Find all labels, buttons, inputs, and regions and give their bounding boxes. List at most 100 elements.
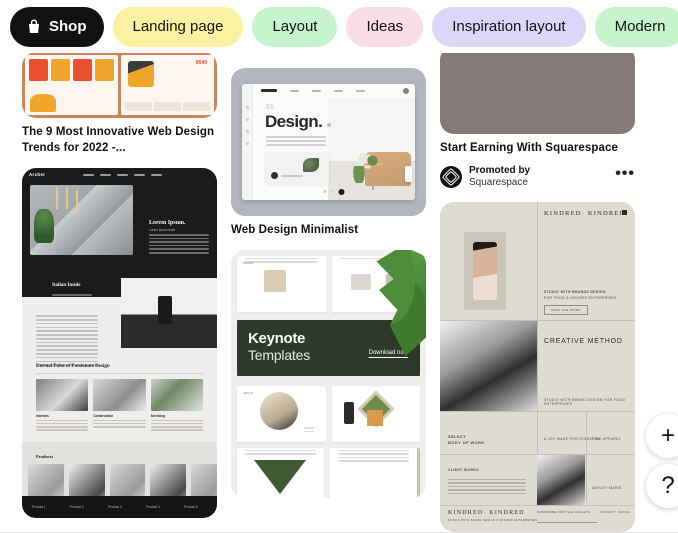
poster-card — [95, 59, 114, 81]
overflow-menu-icon[interactable]: ••• — [615, 165, 635, 183]
text-line — [338, 460, 409, 462]
mock-card-image — [36, 379, 89, 412]
keynote-slide: BRAND — [237, 256, 326, 313]
text-line — [36, 337, 98, 340]
text-line — [448, 482, 526, 484]
carousel-dot — [331, 190, 334, 193]
mock-mid-heading: Eternal Pulse of Passionate Design — [36, 364, 110, 370]
text-line — [448, 485, 526, 488]
mock-site-nav — [253, 84, 415, 98]
mock-card-image — [150, 379, 203, 412]
filter-pill-inspiration-layout[interactable]: Inspiration layout — [432, 6, 586, 47]
masonry-feed[interactable]: 8040 The 9 Most Innovative Web Design Tr… — [0, 0, 678, 533]
headline-accent-dot — [327, 122, 332, 127]
text-line — [36, 429, 89, 431]
keynote-download-cta[interactable]: Download now — [369, 350, 408, 356]
mock-nav-link — [290, 89, 299, 92]
pin-card-web-design-trends[interactable]: 8040 The 9 Most Innovative Web Design Tr… — [22, 52, 217, 156]
text-line — [281, 174, 303, 177]
kindred-view-work-button[interactable]: VIEW THE WORK — [544, 304, 588, 315]
slide-label: ABOUT — [243, 391, 254, 396]
mock-card-image — [93, 379, 146, 412]
slide-text — [296, 425, 322, 434]
slide-triangle-graphic — [254, 460, 307, 495]
mock-logo: Archer — [29, 172, 46, 178]
mock-section-heading: Italian Inside — [52, 283, 81, 289]
filter-pill-bar[interactable]: Shop Landing page Layout Ideas Inspirati… — [0, 0, 678, 53]
filter-pill-landing-page[interactable]: Landing page — [112, 6, 244, 47]
slide-text — [237, 450, 324, 455]
mock-product-label: Product 5 — [184, 505, 198, 510]
filter-pill-label: Modern — [614, 18, 666, 35]
kindred-select-line-1: SELECT — [448, 433, 467, 439]
layout-divider — [440, 504, 635, 506]
filter-pill-layout[interactable]: Layout — [252, 6, 338, 47]
mock-hero-text: Lorem Ipsum. Lorem ipsum dolor — [149, 220, 209, 254]
pin-title: Web Design Minimalist — [231, 223, 359, 236]
text-line — [150, 423, 203, 425]
squarespace-logo-icon — [440, 166, 462, 189]
promoted-by-label: Promoted by — [469, 164, 531, 176]
poster-grid-cell — [125, 102, 152, 111]
mock-nav-link — [117, 173, 129, 176]
poster-figure — [128, 61, 154, 87]
kindred-newsletter-label: SUBSCRIBE FOR THE INSIGHTS — [537, 509, 591, 514]
filter-pill-ideas[interactable]: Ideas — [346, 6, 424, 47]
rail-dot — [245, 105, 249, 109]
poster-card — [51, 59, 70, 81]
text-line — [150, 429, 203, 431]
mock-sidebar-rail — [242, 83, 253, 200]
pin-image-keynote-templates[interactable]: BRAND Keynote Templates Download now ABO… — [231, 250, 426, 499]
text-line — [338, 450, 409, 452]
pin-card-keynote-templates[interactable]: BRAND Keynote Templates Download now ABO… — [231, 250, 426, 499]
mock-browser-content: 01 Design. — [253, 84, 415, 200]
pin-image-kindred-portfolio[interactable]: KINDRED· KINDRED STUDIO WITH BRANDS DESI… — [440, 201, 635, 532]
text-line — [36, 319, 98, 321]
keynote-slide-row-inner — [231, 442, 426, 499]
pin-image-dark-interior-site[interactable]: Archer Lorem Ipsum. Lorem ipsum dolor It… — [22, 168, 217, 519]
feed-column-3: Start Earning With Squarespace Promoted … — [440, 0, 635, 533]
filter-pill-modern[interactable]: Modern — [594, 6, 678, 47]
pin-card-kindred-portfolio[interactable]: KINDRED· KINDRED STUDIO WITH BRANDS DESI… — [440, 201, 635, 532]
mock-product-label: Product 3 — [108, 505, 122, 510]
poster-text-block — [65, 91, 113, 109]
pin-image-web-design-minimalist[interactable]: 01 Design. — [231, 67, 426, 216]
mock-plant-pot — [351, 182, 365, 194]
text-line — [93, 426, 146, 428]
filter-pill-shop[interactable]: Shop — [10, 6, 104, 47]
text-line — [36, 345, 98, 348]
promoted-attribution[interactable]: Promoted by Squarespace ••• — [440, 165, 635, 190]
keynote-slide-row-3 — [231, 442, 426, 499]
mock-service-cards: Interiors Construction Servicing — [36, 379, 203, 431]
kindred-headline-1: STUDIO WITH BRANDS DESIGN — [544, 289, 606, 294]
keynote-deck-artwork: BRAND Keynote Templates Download now ABO… — [231, 250, 426, 499]
mock-carousel-dots — [323, 188, 345, 195]
pin-card-squarespace-promo[interactable]: Start Earning With Squarespace Promoted … — [440, 46, 635, 190]
text-line — [36, 423, 89, 425]
slide-label: BRAND — [243, 261, 254, 266]
kindred-phone-mockup — [464, 231, 506, 310]
mock-hero-image — [30, 185, 133, 256]
mock-browser-window: 01 Design. — [242, 83, 415, 200]
newsletter-input-underline[interactable] — [537, 521, 597, 523]
mock-nav-link — [151, 173, 163, 176]
kindred-contact-label: CONTACT — [600, 509, 617, 514]
dark-website-artwork: Archer Lorem Ipsum. Lorem ipsum dolor It… — [22, 168, 217, 519]
filter-pill-label: Ideas — [366, 18, 404, 35]
filter-pill-label: Shop — [49, 18, 87, 35]
squarespace-banner-artwork — [440, 46, 635, 134]
mock-side-widget — [405, 165, 412, 182]
phone-screen — [473, 241, 497, 300]
mock-service-card: Servicing — [150, 379, 203, 431]
text-line — [149, 248, 209, 250]
kindred-brand-repeat: STUDIO WITH BRAND DESIGN FOR FOOD ENTERP… — [544, 397, 626, 406]
keynote-title-line2: Templates — [248, 347, 311, 364]
pin-image-web-design-trends[interactable]: 8040 — [22, 52, 217, 118]
plus-icon: + — [660, 422, 675, 449]
text-line — [36, 426, 89, 428]
pin-card-dark-interior-site[interactable]: Archer Lorem Ipsum. Lorem ipsum dolor It… — [22, 168, 217, 519]
kindred-headline-2: FOR FOOD & HOUSES ENTERPRISES — [544, 295, 617, 300]
pin-image-squarespace-promo[interactable] — [440, 46, 635, 134]
pin-card-web-design-minimalist[interactable]: 01 Design. Web Design Minimalist — [231, 67, 426, 239]
mock-nav-bar: Archer — [22, 168, 217, 181]
